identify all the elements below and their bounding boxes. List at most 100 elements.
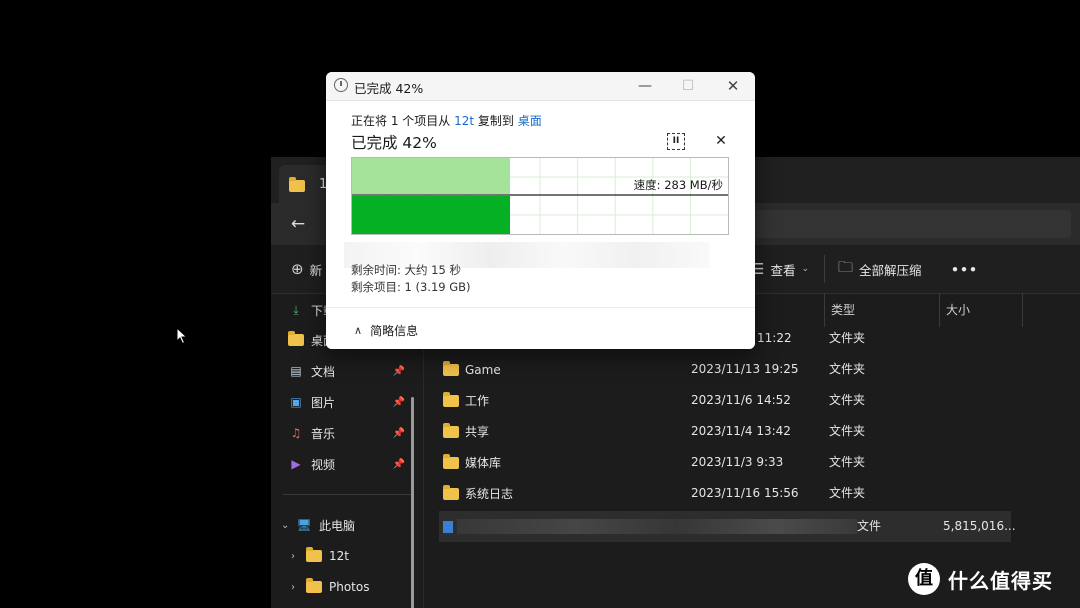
folder-icon: [287, 331, 305, 348]
row-name-label: 工作: [465, 394, 490, 408]
folder-icon: [305, 578, 323, 595]
speed-label: 速度: 283 MB/秒: [634, 178, 723, 192]
folder-icon: [305, 547, 323, 564]
row-date: 2023/11/13 19:25: [691, 362, 799, 376]
sidebar-item-drive-12t[interactable]: › 12t: [291, 543, 415, 569]
table-row[interactable]: 共享 2023/11/4 13:42 文件夹: [431, 416, 1011, 447]
row-type: 文件夹: [829, 486, 866, 500]
transfer-speed-chart: 速度: 283 MB/秒: [351, 157, 729, 235]
redacted-filename: [457, 519, 857, 534]
chevron-down-icon: ⌄: [801, 264, 810, 274]
time-remaining: 剩余时间: 大约 15 秒: [351, 263, 461, 277]
sidebar-item-drive-photos[interactable]: › Photos: [291, 574, 415, 600]
chevron-right-icon: ›: [291, 550, 295, 562]
computer-icon: 🖥: [296, 518, 312, 532]
table-row-selected[interactable]: 文件 5,815,016...: [439, 511, 1016, 542]
copy-desc-middle: 复制到: [474, 114, 518, 128]
sidebar-item-label: 文档: [311, 364, 336, 379]
chevron-down-icon: ⌄: [281, 519, 290, 531]
chevron-right-icon: ›: [291, 581, 295, 593]
row-type: 文件夹: [829, 455, 866, 469]
pictures-icon: ▣: [290, 395, 302, 409]
sidebar-item-label: 此电脑: [319, 518, 356, 533]
sidebar-item-documents[interactable]: ▤ 文档 📌: [287, 358, 411, 384]
progress-fill-light: [352, 158, 510, 194]
more-options-button[interactable]: •••: [951, 257, 978, 281]
folder-icon: [443, 453, 459, 469]
extract-all-button[interactable]: 🗀 全部解压缩: [838, 257, 922, 281]
destination-link[interactable]: 桌面: [518, 114, 542, 128]
sidebar-item-label: 图片: [311, 395, 336, 410]
row-date: 2023/11/4 13:42: [691, 424, 791, 438]
progress-title: 已完成 42%: [351, 134, 437, 152]
pin-icon: 📌: [392, 427, 405, 439]
column-header-type[interactable]: 类型: [824, 293, 941, 327]
row-name: 共享: [443, 416, 489, 447]
maximize-button[interactable]: ☐: [666, 72, 710, 100]
dialog-title: 已完成 42%: [354, 81, 424, 96]
row-type: 文件夹: [829, 362, 866, 376]
source-link[interactable]: 12t: [454, 114, 474, 128]
row-name-label: Game: [465, 362, 501, 377]
row-size: 5,815,016...: [943, 519, 1016, 533]
row-name: 媒体库: [443, 447, 501, 478]
back-button[interactable]: ←: [285, 211, 311, 237]
sidebar-item-label: 12t: [329, 549, 349, 563]
file-icon: [443, 521, 453, 533]
extract-icon: 🗀: [838, 257, 854, 276]
row-name: 系统日志: [443, 478, 513, 509]
sidebar-item-music[interactable]: ♫ 音乐 📌: [287, 420, 411, 446]
close-button[interactable]: ✕: [711, 72, 755, 100]
folder-icon: [289, 177, 305, 192]
row-date: 11:22: [757, 331, 792, 345]
row-date: 2023/11/3 9:33: [691, 455, 784, 469]
row-date: 2023/11/6 14:52: [691, 393, 791, 407]
sidebar-item-videos[interactable]: ▶ 视频 📌: [287, 451, 411, 477]
sidebar-scrollbar[interactable]: [411, 397, 414, 608]
pin-icon: 📌: [392, 458, 405, 470]
row-type: 文件夹: [829, 393, 866, 407]
document-icon: ▤: [290, 364, 302, 378]
toolbar-divider: [824, 255, 825, 283]
row-name-label: 系统日志: [465, 487, 514, 501]
folder-icon: [443, 391, 459, 407]
cancel-button[interactable]: ✕: [712, 132, 730, 150]
table-row[interactable]: 媒体库 2023/11/3 9:33 文件夹: [431, 447, 1011, 478]
new-button[interactable]: ⊕ 新: [291, 257, 322, 281]
pause-button[interactable]: II: [667, 133, 685, 150]
row-name: 工作: [443, 385, 489, 416]
folder-icon: [443, 484, 459, 500]
table-row[interactable]: 工作 2023/11/6 14:52 文件夹: [431, 385, 1011, 416]
fewer-details-toggle[interactable]: ∧ 简略信息: [354, 322, 418, 339]
table-row[interactable]: Game 2023/11/13 19:25 文件夹: [431, 354, 1011, 385]
watermark: 值 什么值得买: [908, 563, 1053, 595]
folder-icon: [443, 422, 459, 438]
table-row[interactable]: 系统日志 2023/11/16 15:56 文件夹: [431, 478, 1011, 509]
sidebar-item-label: 视频: [311, 457, 336, 472]
copy-description: 正在将 1 个项目从 12t 复制到 桌面: [351, 112, 542, 129]
chevron-up-icon: ∧: [354, 324, 363, 337]
view-label: 查看: [770, 262, 796, 278]
row-name: Game: [443, 354, 501, 385]
clock-icon: [334, 78, 348, 92]
progress-fill: [352, 196, 510, 234]
sidebar-item-pictures[interactable]: ▣ 图片 📌: [287, 389, 411, 415]
row-type: 文件夹: [829, 424, 866, 438]
row-date: 2023/11/16 15:56: [691, 486, 799, 500]
items-remaining: 剩余项目: 1 (3.19 GB): [351, 280, 471, 294]
sidebar-item-this-pc[interactable]: ⌄ 🖥 此电脑: [281, 512, 405, 538]
column-header-size[interactable]: 大小: [939, 293, 1023, 327]
dialog-title-bar[interactable]: 已完成 42% — ☐ ✕: [326, 72, 755, 101]
new-label: 新: [309, 262, 323, 278]
view-button[interactable]: ☰ 查看 ⌄: [751, 257, 809, 281]
plus-circle-icon: ⊕: [291, 260, 304, 278]
sidebar-item-label: 音乐: [311, 426, 336, 441]
minimize-button[interactable]: —: [623, 72, 667, 100]
pin-icon: 📌: [392, 396, 405, 408]
row-type: 文件: [857, 519, 882, 533]
row-name-label: 媒体库: [465, 456, 502, 470]
video-icon: ▶: [291, 457, 301, 471]
folder-icon: [443, 360, 459, 376]
extract-all-label: 全部解压缩: [859, 262, 922, 278]
sidebar-divider: [283, 494, 411, 495]
